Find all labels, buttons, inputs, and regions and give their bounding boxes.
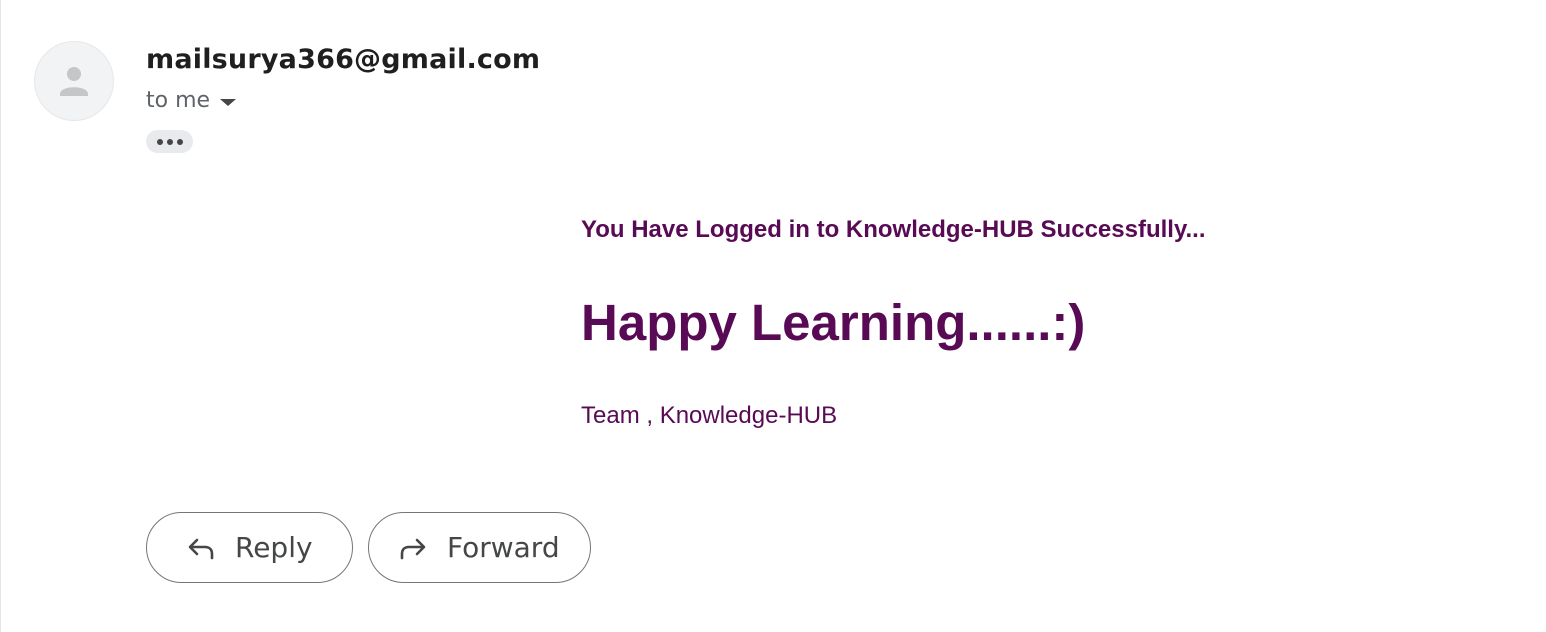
login-success-text: You Have Logged in to Knowledge-HUB Succ… — [581, 216, 1206, 243]
chevron-down-icon — [220, 98, 237, 106]
forward-label: Forward — [447, 531, 560, 564]
recipient-details-toggle[interactable]: to me — [146, 88, 237, 113]
forward-arrow-icon — [397, 532, 429, 564]
recipient-label: to me — [146, 88, 211, 113]
reply-button[interactable]: Reply — [146, 512, 353, 583]
person-placeholder-icon — [60, 67, 88, 96]
show-trimmed-content-button[interactable] — [146, 130, 193, 153]
signature-text: Team , Knowledge-HUB — [581, 402, 838, 429]
forward-button[interactable]: Forward — [368, 512, 591, 583]
more-horiz-icon — [156, 138, 183, 145]
email-message-view: mailsurya366@gmail.com to me You Have Lo… — [0, 0, 1546, 632]
reply-label: Reply — [235, 531, 313, 564]
sender-email: mailsurya366@gmail.com — [146, 44, 541, 75]
happy-learning-heading: Happy Learning......:) — [581, 294, 1086, 351]
sender-avatar[interactable] — [34, 41, 114, 121]
reply-arrow-icon — [185, 532, 217, 564]
